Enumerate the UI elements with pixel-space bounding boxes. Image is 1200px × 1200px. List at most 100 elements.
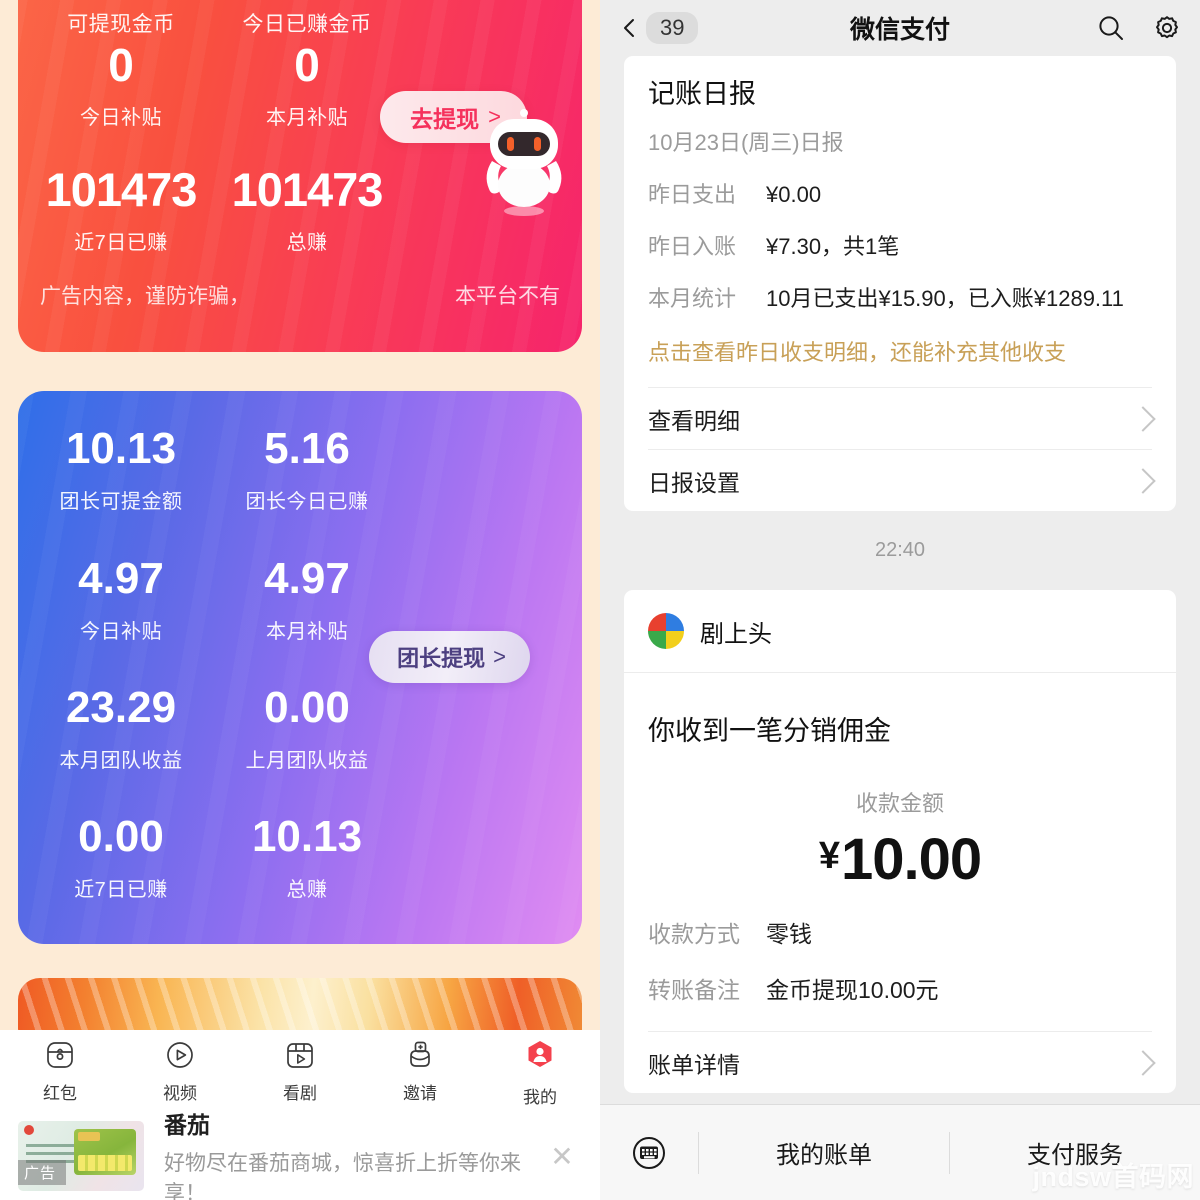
chevron-left-icon [624,19,634,37]
keyboard-toggle-button[interactable] [600,1132,698,1174]
nav-actions [1096,13,1182,43]
chevron-right-icon [1130,1049,1156,1076]
bottom-item-my-bills[interactable]: 我的账单 [699,1135,949,1170]
chevron-right-icon [1130,467,1156,494]
go-withdraw-label: 去提现 [410,106,480,132]
marquee-text-left: 广告内容，谨防诈骗， [40,285,250,308]
daily-report-subtitle: 10月23日(周三)日报 [648,130,844,155]
gear-icon[interactable] [1152,13,1182,43]
tab-label: 红包 [43,1084,77,1103]
leader-stat-value: 10.13 [65,424,177,473]
leader-stat-value: 5.16 [264,424,350,473]
commission-message-title: 你收到一笔分销佣金 [648,716,891,746]
search-icon[interactable] [1096,13,1126,43]
amount-label: 收款金额 [855,791,944,816]
daily-report-hint-link[interactable]: 点击查看昨日收支明细，还能补充其他收支 [648,335,1152,387]
leader-stat-month-team: 23.29 本月团队收益 [28,686,214,773]
daily-report-body: 记账日报 10月23日(周三)日报 昨日支出 ¥0.00 昨日入账 ¥7.30，… [624,56,1176,387]
tab-invite[interactable]: 邀请 [360,1038,480,1104]
tab-video[interactable]: 视频 [120,1038,240,1104]
gold-stat-label: 今日补贴 [80,107,162,129]
gold-header-label-today: 今日已赚金币 [242,13,372,36]
keyboard-icon [633,1136,665,1169]
chevron-right-icon [1130,405,1156,432]
gold-stat-value: 101473 [231,163,384,216]
leader-stat-value: 4.97 [264,554,350,603]
leader-stat-label: 近7日已赚 [74,879,168,901]
wechat-nav-bar: 39 微信支付 [600,0,1200,56]
tab-drama[interactable]: 看剧 [240,1038,360,1104]
bottom-item-payment-services[interactable]: 支付服务 [950,1135,1200,1170]
screenshot-root: 可提现金币 今日已赚金币 0 今日补贴 0 本月补贴 101473 近7日已赚 … [0,0,1200,1200]
team-leader-card: 10.13 团长可提金额 5.16 团长今日已赚 4.97 今日补贴 4.97 … [18,391,582,944]
wechat-message-list[interactable]: 记账日报 10月23日(周三)日报 昨日支出 ¥0.00 昨日入账 ¥7.30，… [600,56,1200,1104]
gold-stat-today-subsidy: 0 今日补贴 [28,42,214,130]
tab-mine[interactable]: 我的 [480,1038,600,1108]
leader-withdraw-label: 团长提现 [397,646,486,671]
field-value: ¥0.00 [766,182,822,207]
commission-body: 你收到一笔分销佣金 收款金额 ¥10.00 收款方式 零钱 转账备注 金币提现1… [624,673,1176,1031]
gold-coin-card: 可提现金币 今日已赚金币 0 今日补贴 0 本月补贴 101473 近7日已赚 … [18,0,582,352]
tab-label: 我的 [523,1088,557,1107]
ad-banner[interactable]: 广告 番茄 好物尽在番茄商城，惊喜折上折等你来享！ ✕ [0,1112,600,1200]
back-button[interactable]: 39 [618,12,699,44]
robot-mascot-icon [486,109,562,216]
drama-icon [287,1043,313,1068]
leader-stat-7day: 0.00 近7日已赚 [28,815,214,902]
gold-stat-value: 0 [108,39,134,91]
row-view-detail[interactable]: 查看明细 [648,388,1156,449]
daily-report-action-settings[interactable]: 日报设置 [624,450,1176,511]
gold-stat-row-1: 0 今日补贴 0 本月补贴 [18,42,438,130]
leader-stat-value: 0.00 [78,812,164,861]
unread-badge: 39 [646,12,699,44]
profile-icon [528,1041,552,1067]
invite-icon [410,1041,430,1067]
leader-stat-value: 4.97 [78,554,164,603]
ad-description: 好物尽在番茄商城，惊喜折上折等你来享！ [164,1151,521,1200]
leader-stat-total: 10.13 总赚 [214,815,400,902]
field-value: 金币提现10.00元 [766,977,939,1003]
brand-logo-icon [648,613,684,649]
leader-withdraw-button[interactable]: 团长提现 > [369,631,530,683]
row-bill-detail[interactable]: 账单详情 [648,1032,1156,1093]
ad-title: 番茄 [164,1111,210,1138]
gold-stat-label: 总赚 [286,232,328,254]
leader-stat-lastmonth-team: 0.00 上月团队收益 [214,686,400,773]
leader-stat-withdrawable: 10.13 团长可提金额 [28,427,214,514]
gold-stat-7day: 101473 近7日已赚 [28,166,214,255]
commission-field: 收款方式 零钱 [648,915,1152,949]
field-key: 昨日入账 [648,234,737,259]
gold-stat-total: 101473 总赚 [214,166,400,255]
daily-report-action-view-detail[interactable]: 查看明细 [624,388,1176,449]
commission-message-card: 剧上头 你收到一笔分销佣金 收款金额 ¥10.00 收款方式 零钱 转账备注 金… [624,590,1176,1093]
field-key: 收款方式 [648,921,740,947]
leader-stat-value: 23.29 [65,683,177,732]
gold-stat-value: 0 [294,39,320,91]
row-label: 日报设置 [648,469,740,496]
tab-label: 视频 [163,1084,197,1103]
redpacket-icon [47,1042,73,1068]
earnings-app-panel: 可提现金币 今日已赚金币 0 今日补贴 0 本月补贴 101473 近7日已赚 … [0,0,600,1200]
tab-redpacket[interactable]: 红包 [0,1038,120,1104]
leader-stat-row-4: 0.00 近7日已赚 10.13 总赚 [18,815,438,902]
row-report-settings[interactable]: 日报设置 [648,450,1156,511]
field-value: 零钱 [766,921,812,947]
gold-stat-row-2: 101473 近7日已赚 101473 总赚 [18,166,438,255]
tab-label: 邀请 [403,1084,437,1103]
leader-stat-row-2: 4.97 今日补贴 4.97 本月补贴 [18,557,438,644]
leader-stat-label: 团长可提金额 [59,491,183,513]
field-value: ¥7.30，共1笔 [766,234,900,259]
bill-detail-action[interactable]: 账单详情 [624,1032,1176,1093]
close-icon[interactable]: ✕ [542,1140,582,1173]
wechat-bottom-bar: 我的账单 支付服务 [600,1104,1200,1200]
field-key: 昨日支出 [648,182,737,207]
row-label: 账单详情 [648,1051,740,1078]
currency-symbol: ¥ [818,835,840,877]
leader-stat-label: 团长今日已赚 [245,491,369,513]
daily-report-field: 昨日支出 ¥0.00 [648,177,1152,209]
daily-report-card: 记账日报 10月23日(周三)日报 昨日支出 ¥0.00 昨日入账 ¥7.30，… [624,56,1176,511]
ad-thumbnail: 广告 [18,1121,144,1191]
leader-stat-row-1: 10.13 团长可提金额 5.16 团长今日已赚 [18,427,438,514]
message-timestamp: 22:40 [874,539,926,561]
